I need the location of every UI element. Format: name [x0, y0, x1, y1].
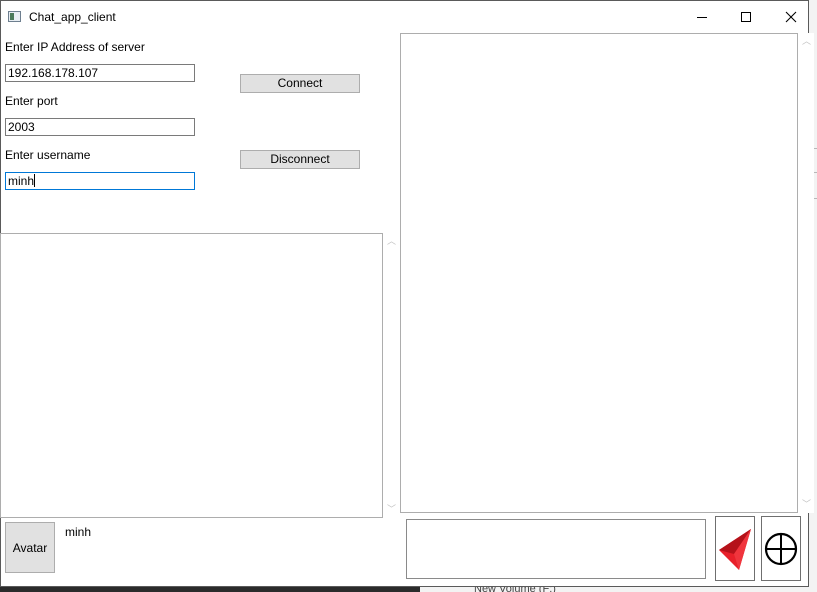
username-input-value: minh: [8, 174, 35, 188]
window-title: Chat_app_client: [29, 10, 116, 24]
paper-plane-icon: [719, 528, 751, 570]
ip-address-label: Enter IP Address of server: [5, 40, 145, 54]
background-taskbar-edge: [0, 587, 817, 592]
connect-button[interactable]: Connect: [240, 74, 360, 93]
scroll-down-icon[interactable]: ﹀: [387, 505, 396, 514]
maximize-button[interactable]: [723, 1, 769, 33]
user-list-panel[interactable]: [0, 233, 383, 518]
close-icon: [785, 11, 797, 23]
send-button[interactable]: [715, 516, 755, 581]
chat-messages-panel[interactable]: [400, 33, 798, 513]
plus-circle-icon: [764, 532, 798, 565]
username-label: Enter username: [5, 148, 91, 162]
scroll-down-icon[interactable]: ﹀: [802, 500, 811, 509]
maximize-icon: [741, 12, 751, 22]
add-attachment-button[interactable]: [761, 516, 801, 581]
app-window-icon: [8, 11, 21, 22]
title-bar[interactable]: Chat_app_client: [1, 1, 808, 33]
scroll-up-icon[interactable]: ︿: [802, 37, 811, 46]
scroll-up-icon[interactable]: ︿: [387, 237, 396, 246]
close-button[interactable]: [768, 1, 814, 33]
message-input[interactable]: [406, 519, 706, 579]
minimize-icon: [697, 17, 707, 18]
username-input[interactable]: minh: [5, 172, 195, 190]
chat-client-window: Chat_app_client Enter IP Address of serv…: [0, 0, 814, 587]
minimize-button[interactable]: [679, 1, 725, 33]
port-label: Enter port: [5, 94, 58, 108]
disconnect-button[interactable]: Disconnect: [240, 150, 360, 169]
ip-address-input[interactable]: 192.168.178.107: [5, 64, 195, 82]
current-username: minh: [65, 525, 92, 539]
text-caret: [34, 174, 36, 187]
chat-messages-scrollbar[interactable]: ︿ ﹀: [798, 33, 814, 513]
avatar-button[interactable]: Avatar: [5, 522, 55, 573]
port-input[interactable]: 2003: [5, 118, 195, 136]
user-list-scrollbar[interactable]: ︿ ﹀: [383, 233, 399, 518]
